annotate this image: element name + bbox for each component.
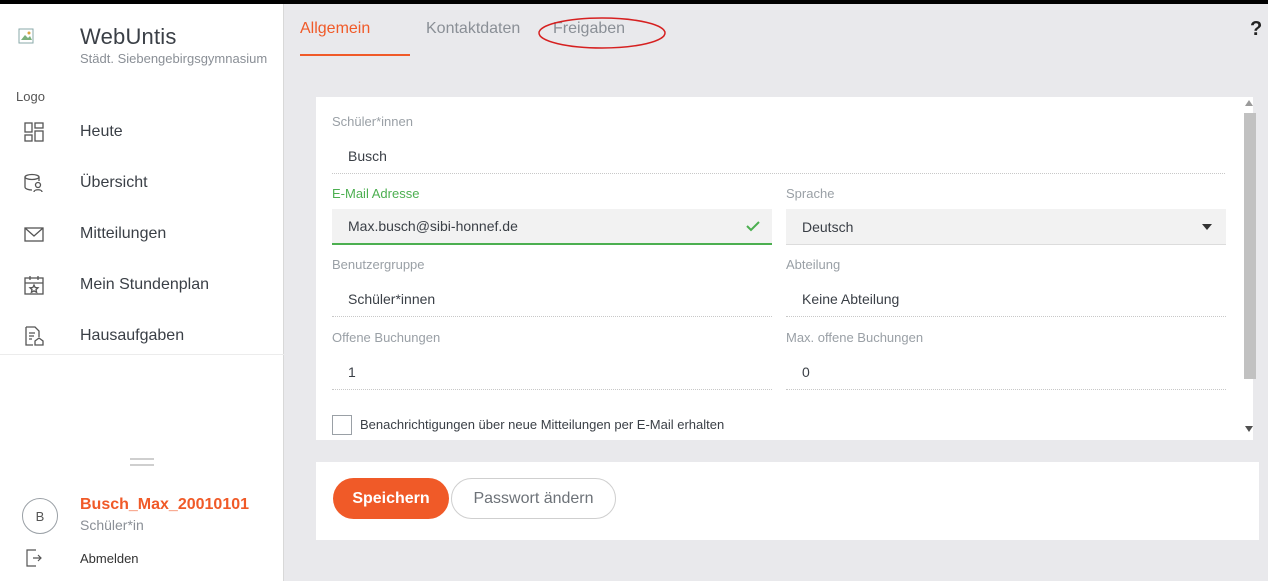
sidebar-item-mitteilungen[interactable]: Mitteilungen xyxy=(0,208,284,259)
logout-link[interactable]: Abmelden xyxy=(80,551,139,566)
scroll-up-arrow-icon[interactable] xyxy=(1245,100,1253,106)
envelope-icon xyxy=(24,226,44,242)
field-label: Benutzergruppe xyxy=(332,257,425,272)
sidebar-item-label: Hausaufgaben xyxy=(80,326,185,344)
sidebar: Logo WebUntis Städt. Siebengebirgsgymnas… xyxy=(0,4,284,581)
field-label: E-Mail Adresse xyxy=(332,186,420,201)
sidebar-item-heute[interactable]: Heute xyxy=(0,106,284,157)
change-password-button[interactable]: Passwort ändern xyxy=(451,478,616,519)
max-open-bookings-field: Max. offene Buchungen 0 xyxy=(786,330,1226,390)
collapse-handle-icon[interactable] xyxy=(130,458,154,466)
user-name[interactable]: Busch_Max_20010101 xyxy=(80,496,249,514)
email-input[interactable] xyxy=(332,209,772,245)
document-home-icon xyxy=(25,325,44,346)
active-tab-indicator xyxy=(300,54,410,56)
department-value: Keine Abteilung xyxy=(786,281,1226,317)
student-value: Busch xyxy=(332,138,1225,174)
tab-allgemein[interactable]: Allgemein xyxy=(300,20,370,38)
open-bookings-field: Offene Buchungen 1 xyxy=(332,330,772,390)
user-role: Schüler*in xyxy=(80,517,144,533)
user-group-value: Schüler*innen xyxy=(332,281,772,317)
broken-image-icon xyxy=(18,28,34,44)
action-bar: Speichern Passwort ändern xyxy=(316,462,1259,540)
logo-alt-text: Logo xyxy=(16,89,45,104)
calendar-star-icon xyxy=(24,275,44,295)
sidebar-item-label: Mitteilungen xyxy=(80,224,167,242)
caret-down-icon xyxy=(1202,224,1212,230)
language-field: Sprache Deutsch xyxy=(786,186,1226,246)
sidebar-item-label: Heute xyxy=(80,122,123,140)
sidebar-item-uebersicht[interactable]: Übersicht xyxy=(0,157,284,208)
school-name: Städt. Siebengebirgsgymnasium xyxy=(80,51,268,66)
scroll-down-arrow-icon[interactable] xyxy=(1245,426,1253,432)
user-group-field: Benutzergruppe Schüler*innen xyxy=(332,257,772,317)
profile-form: Schüler*innen Busch E-Mail Adresse Sprac… xyxy=(316,97,1253,440)
database-user-icon xyxy=(24,173,43,192)
email-field: E-Mail Adresse xyxy=(332,186,772,246)
brand-title: WebUntis xyxy=(80,24,177,49)
sidebar-item-label: Mein Stundenplan xyxy=(80,275,209,293)
open-bookings-value: 1 xyxy=(332,354,772,390)
sidebar-item-stundenplan[interactable]: Mein Stundenplan xyxy=(0,259,284,310)
field-label: Offene Buchungen xyxy=(332,330,441,345)
sidebar-item-label: Übersicht xyxy=(80,173,148,191)
save-button[interactable]: Speichern xyxy=(333,478,449,519)
notify-checkbox[interactable] xyxy=(332,415,352,435)
main-nav: Heute Übersicht Mitteilungen Mein Stunde… xyxy=(0,106,284,361)
department-field: Abteilung Keine Abteilung xyxy=(786,257,1226,317)
tab-kontaktdaten[interactable]: Kontaktdaten xyxy=(426,20,520,38)
logout-icon[interactable] xyxy=(26,549,42,567)
sidebar-footer: B Busch_Max_20010101 Schüler*in Abmelden xyxy=(0,354,284,581)
student-field: Schüler*innen Busch xyxy=(332,114,1225,174)
field-label: Max. offene Buchungen xyxy=(786,330,924,345)
dashboard-icon xyxy=(24,121,44,142)
checkmark-icon xyxy=(746,221,760,232)
max-open-bookings-value: 0 xyxy=(786,354,1226,390)
tab-freigaben[interactable]: Freigaben xyxy=(553,20,625,38)
notify-checkbox-label[interactable]: Benachrichtigungen über neue Mitteilunge… xyxy=(360,417,724,432)
form-scrollbar[interactable] xyxy=(1242,97,1256,440)
scroll-thumb[interactable] xyxy=(1244,113,1256,379)
help-button[interactable]: ? xyxy=(1250,18,1262,41)
field-label: Sprache xyxy=(786,186,835,201)
language-select[interactable]: Deutsch xyxy=(786,209,1226,245)
field-label: Abteilung xyxy=(786,257,841,272)
field-label: Schüler*innen xyxy=(332,114,413,129)
avatar[interactable]: B xyxy=(22,498,58,534)
